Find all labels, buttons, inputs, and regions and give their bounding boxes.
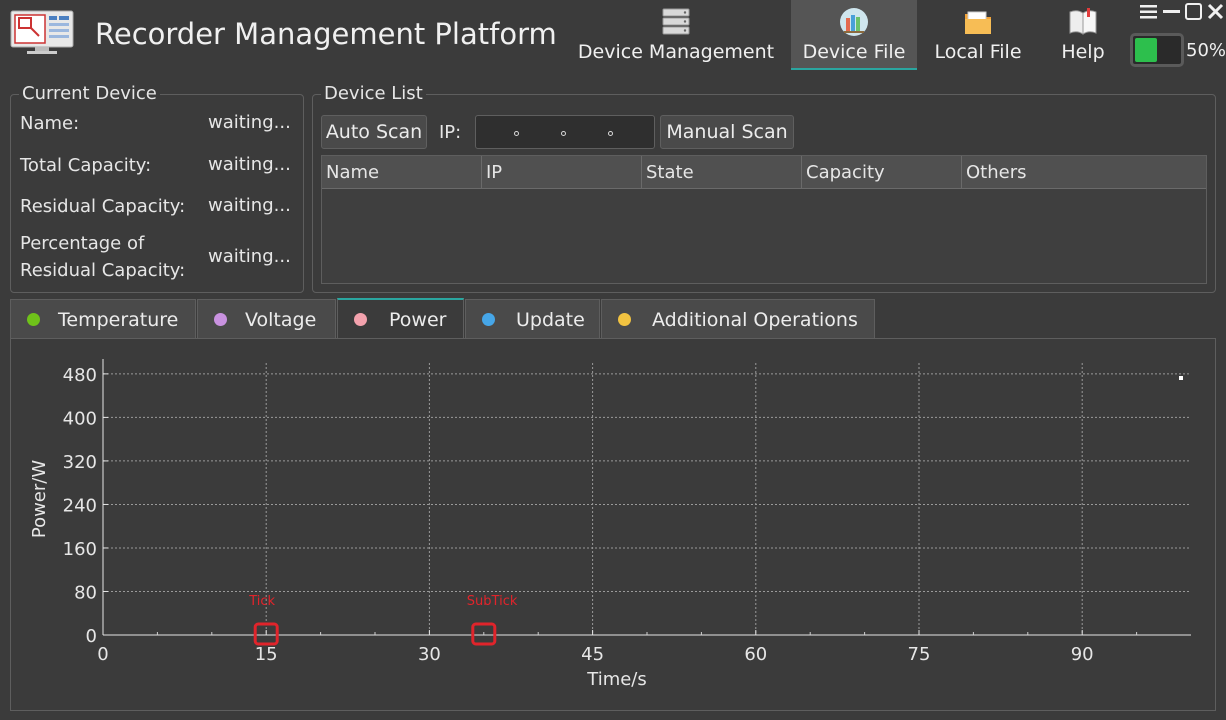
update-dot-icon [482, 313, 495, 326]
book-icon [1069, 8, 1097, 35]
current-device-title: Current Device [19, 83, 160, 104]
tab-label: Voltage [245, 309, 317, 331]
nav-device-file[interactable]: Device File [791, 0, 917, 70]
battery-percent: 50% [1186, 40, 1226, 61]
x-tick-label: 30 [418, 644, 441, 665]
column-header-name[interactable]: Name [322, 156, 482, 189]
nav-label: Device File [802, 41, 906, 63]
nav-label: Local File [934, 41, 1022, 63]
x-tick-label: 60 [744, 644, 767, 665]
tab-voltage[interactable]: Voltage [197, 299, 336, 338]
power-dot-icon [354, 313, 367, 326]
tab-label: Additional Operations [652, 309, 858, 331]
tab-temperature[interactable]: Temperature [10, 299, 196, 338]
ip-address-input[interactable] [475, 115, 655, 149]
column-header-capacity[interactable]: Capacity [802, 156, 962, 189]
battery-fill [1135, 38, 1157, 62]
x-tick-label: 0 [97, 644, 108, 665]
device-list-title: Device List [321, 83, 426, 104]
annotation-label: SubTick [467, 594, 518, 609]
y-tick-label: 320 [63, 452, 97, 473]
tab-update[interactable]: Update [465, 299, 600, 338]
y-tick-label: 480 [63, 365, 97, 386]
tab-label: Update [516, 309, 585, 331]
device-table: Name IP State Capacity Others [321, 155, 1207, 284]
residual-capacity-label: Residual Capacity: [20, 196, 186, 217]
residual-percentage-label: Percentage of Residual Capacity: [20, 233, 186, 281]
nav-device-management[interactable]: Device Management [571, 0, 781, 70]
y-tick-label: 240 [63, 495, 97, 516]
plot-corner-marker [1179, 376, 1183, 380]
power-chart[interactable]: 0 15 30 45 60 75 90 0 80 160 240 320 400 480 Time/s Pow… [11, 339, 1215, 710]
current-device-group: Current Device Name: waiting... Total Ca… [10, 83, 304, 293]
nav-help[interactable]: Help [1040, 0, 1126, 70]
x-tick-label: 45 [581, 644, 604, 665]
residual-capacity-value: waiting... [208, 195, 291, 216]
ip-separator-dot [561, 131, 566, 136]
maximize-icon[interactable] [1184, 2, 1203, 21]
annotation-label: Tick [248, 594, 275, 609]
books-icon [840, 8, 868, 36]
minimize-icon[interactable] [1162, 2, 1181, 21]
folder-icon [965, 11, 991, 34]
y-tick-label: 160 [63, 539, 97, 560]
residual-percentage-value: waiting... [208, 246, 291, 267]
tab-additional-operations[interactable]: Additional Operations [601, 299, 875, 338]
ip-label: IP: [439, 122, 462, 143]
server-icon [662, 8, 690, 35]
device-name-value: waiting... [208, 112, 291, 133]
y-tick-label: 0 [86, 626, 97, 647]
y-tick-label: 400 [63, 408, 97, 429]
x-tick-label: 75 [908, 644, 931, 665]
app-logo-icon [10, 10, 74, 54]
manual-scan-button[interactable]: Manual Scan [660, 115, 794, 149]
menu-icon[interactable] [1139, 2, 1158, 21]
y-axis-title: Power/W [29, 460, 50, 538]
x-axis-title: Time/s [586, 669, 647, 690]
ip-separator-dot [514, 131, 519, 136]
temperature-dot-icon [27, 313, 40, 326]
total-capacity-label: Total Capacity: [20, 155, 152, 176]
additional-operations-dot-icon [618, 313, 631, 326]
device-name-label: Name: [20, 113, 80, 134]
auto-scan-button[interactable]: Auto Scan [321, 115, 427, 149]
title-bar: Recorder Management Platform Device Mana… [0, 0, 1226, 70]
power-tab-panel: 0 15 30 45 60 75 90 0 80 160 240 320 400 480 Time/s Pow… [10, 338, 1216, 711]
nav-label: Help [1061, 41, 1105, 63]
x-tick-label: 15 [255, 644, 278, 665]
voltage-dot-icon [214, 313, 227, 326]
nav-local-file[interactable]: Local File [926, 0, 1030, 70]
y-tick-label: 80 [74, 582, 97, 603]
tab-label: Temperature [58, 309, 179, 331]
nav-label: Device Management [577, 41, 775, 63]
tab-label: Power [389, 309, 447, 331]
column-header-others[interactable]: Others [962, 156, 1206, 189]
battery-indicator [1130, 33, 1184, 67]
column-header-state[interactable]: State [642, 156, 802, 189]
column-header-ip[interactable]: IP [482, 156, 642, 189]
close-icon[interactable] [1206, 2, 1225, 21]
total-capacity-value: waiting... [208, 154, 291, 175]
x-tick-label: 90 [1071, 644, 1094, 665]
ip-separator-dot [608, 131, 613, 136]
device-list-group: Device List Auto Scan IP: Manual Scan Na… [312, 83, 1216, 293]
tab-power[interactable]: Power [337, 298, 464, 339]
app-title: Recorder Management Platform [95, 17, 557, 51]
